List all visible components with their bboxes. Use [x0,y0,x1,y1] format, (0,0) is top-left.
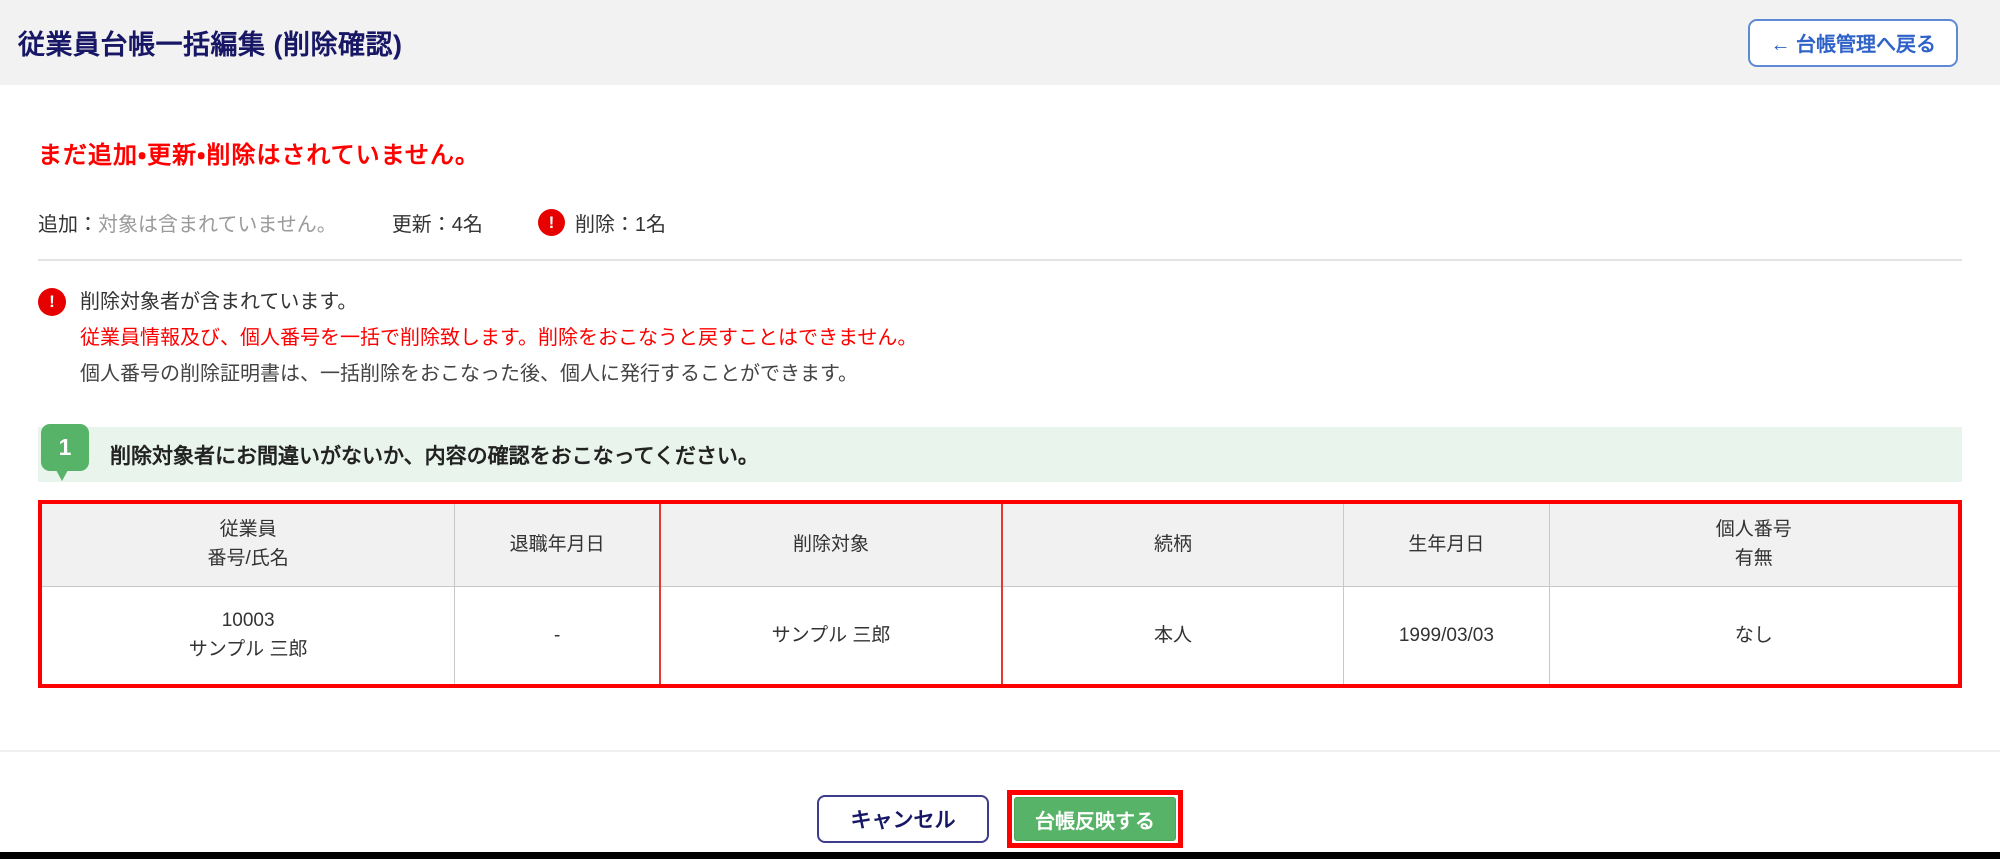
column-header-relationship: 続柄 [1001,501,1345,587]
alert-icon: ! [38,288,66,316]
page-title: 従業員台帳一括編集 (削除確認) [18,30,403,60]
table-header-row: 従業員 番号/氏名 退職年月日 削除対象 続柄 生年月日 個人番号 有無 [39,501,1961,587]
table-row: 10003 サンプル 三郎 - サンプル 三郎 本人 1999/03/03 なし [39,585,1961,687]
employee-name: サンプル 三郎 [188,639,308,661]
back-to-ledger-button[interactable]: ← 台帳管理へ戻る [1748,18,1958,67]
cell-delete-target: サンプル 三郎 [659,585,1003,687]
summary-row: 追加： 対象は含まれていません。 更新：4名 ! 削除：1名 [38,208,1962,237]
column-header-retirement-date: 退職年月日 [454,501,661,587]
cancel-button[interactable]: キャンセル [817,795,989,843]
cell-relationship: 本人 [1001,585,1345,687]
column-header-employee: 従業員 番号/氏名 [39,501,456,587]
cell-employee: 10003 サンプル 三郎 [39,585,456,687]
column-header-my-number: 個人番号 有無 [1548,501,1961,587]
summary-update-label: 更新：4名 [391,214,483,236]
cell-my-number: なし [1548,585,1961,687]
cell-retirement-date: - [454,585,661,687]
action-bar: キャンセル 台帳反映する [0,790,2000,848]
column-header-delete-target: 削除対象 [659,501,1003,587]
step-instruction: 削除対象者にお間違いがないか、内容の確認をおこなってください。 [110,444,759,468]
step-section: 1 削除対象者にお間違いがないか、内容の確認をおこなってください。 [38,424,1962,482]
column-header-my-number-line1: 個人番号 [1715,519,1792,541]
delete-confirm-table: 従業員 番号/氏名 退職年月日 削除対象 続柄 生年月日 個人番号 有無 100… [38,500,1962,688]
column-header-my-number-line2: 有無 [1734,547,1773,569]
warning-header: ! 削除対象者が含まれています。 [38,287,1962,317]
column-header-delete-target-line1: 削除対象 [793,533,870,555]
alert-count-icon: ! [537,209,565,236]
footer-divider [0,750,2000,752]
employee-number: 10003 [221,609,275,631]
page-header: 従業員台帳一括編集 (削除確認) ← 台帳管理へ戻る [0,0,2000,85]
warning-message-red: 従業員情報及び、個人番号を一括で削除致します。削除をおこなうと戻すことはできませ… [80,327,918,349]
warning-title: 削除対象者が含まれています。 [80,291,358,313]
summary-add: 追加： 対象は含まれていません。 [38,208,337,237]
column-header-relationship-line1: 続柄 [1154,533,1193,555]
section-divider [38,259,1962,261]
summary-add-label: 追加： [38,214,98,236]
summary-add-value: 対象は含まれていません。 [98,214,337,236]
column-header-retirement-date-line1: 退職年月日 [509,533,605,555]
warning-message-note: 個人番号の削除証明書は、一括削除をおこなった後、個人に発行することができます。 [80,363,858,385]
bottom-bar [0,852,2000,859]
warning-section: ! 削除対象者が含まれています。 従業員情報及び、個人番号を一括で削除致します。… [38,287,1962,389]
summary-delete-label: 削除：1名 [574,214,667,236]
summary-update: 更新：4名 [392,208,483,237]
cell-birth-date: 1999/03/03 [1343,585,1550,687]
status-notice: まだ追加・更新・削除はされていません。 [38,142,480,169]
main-content: まだ追加・更新・削除はされていません。 追加： 対象は含まれていません。 更新：… [0,85,2000,688]
apply-button[interactable]: 台帳反映する [1014,797,1176,841]
column-header-birth-date-line1: 生年月日 [1408,533,1485,555]
column-header-birth-date: 生年月日 [1343,501,1550,587]
column-header-employee-line2: 番号/氏名 [207,547,289,569]
apply-button-highlight: 台帳反映する [1007,790,1183,848]
column-header-employee-line1: 従業員 [219,519,277,541]
summary-delete: ! 削除：1名 [537,208,667,237]
step-number-badge: 1 [41,424,89,481]
